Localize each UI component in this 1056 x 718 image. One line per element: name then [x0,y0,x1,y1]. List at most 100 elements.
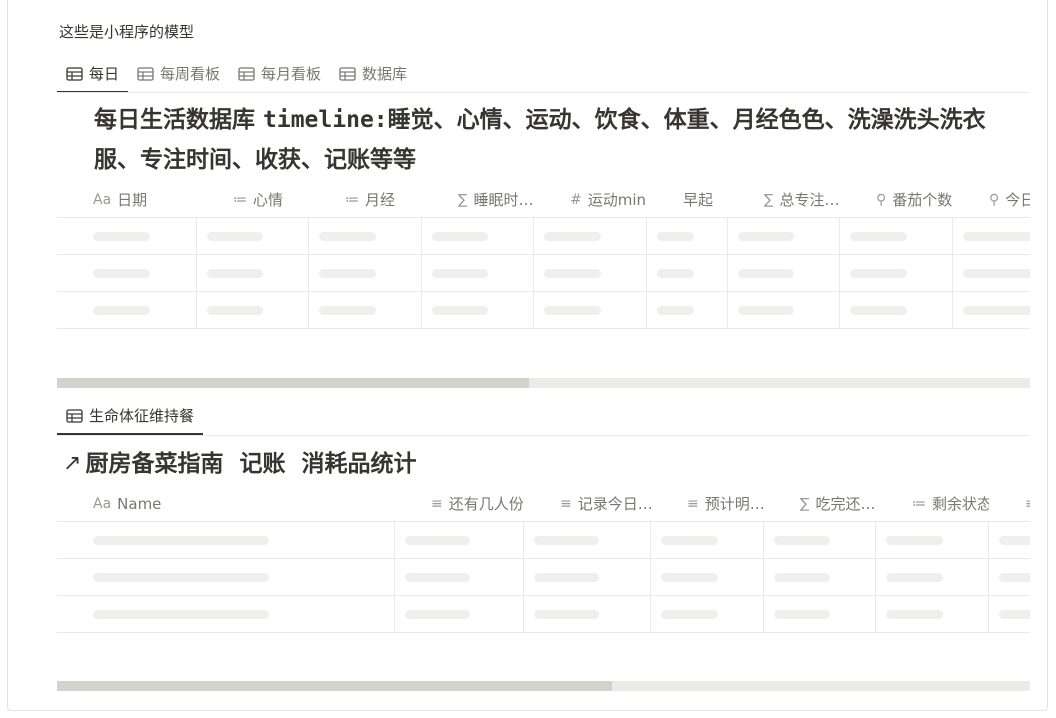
table-row[interactable] [57,292,1030,329]
table-header: Aa Name ≡ 还有几人份 ≡ 记录今日… ≡ 预计明… ∑ 吃完还… ≔ 剩余状态≡贝 [57,486,1030,522]
table-cell[interactable] [309,218,422,254]
table-cell[interactable] [728,218,840,254]
table-cell[interactable] [57,292,197,328]
title-text: 厨房备菜指南 记账 消耗品统计 [85,450,417,477]
table-cell[interactable] [534,255,647,291]
column-header[interactable]: ≡贝 [989,486,1030,521]
column-header[interactable]: Aa 日期 [57,182,197,217]
column-header[interactable]: ≔ 月经 [309,182,422,217]
table-cell[interactable] [764,559,876,595]
table-cell[interactable] [534,218,647,254]
table-cell[interactable] [422,292,534,328]
table-cell[interactable] [876,596,989,632]
table-row[interactable] [57,218,1030,255]
loading-placeholder [886,536,943,545]
tab-database[interactable]: 数据库 [330,56,416,91]
table-cell[interactable] [953,292,1030,328]
column-header[interactable]: ∑ 睡眠时… [422,182,534,217]
scrollbar-thumb[interactable] [57,378,529,388]
column-header[interactable]: ∑ 吃完还… [764,486,876,521]
loading-placeholder [405,573,470,582]
table-cell[interactable] [728,255,840,291]
table-cell[interactable] [534,292,647,328]
table-cell[interactable] [876,522,989,558]
loading-placeholder [850,306,907,315]
column-header[interactable]: ≔ 剩余状态 [876,486,989,521]
table-cell[interactable] [57,596,395,632]
table-cell[interactable] [57,255,197,291]
column-header[interactable]: ≡ 还有几人份 [395,486,524,521]
table-cell[interactable] [309,255,422,291]
table-cell[interactable] [395,559,524,595]
loading-placeholder [534,573,599,582]
database-title[interactable]: 每日生活数据库 timeline:睡觉、心情、运动、饮食、体重、月经色色、洗澡洗… [94,100,994,179]
table-cell[interactable] [395,596,524,632]
table-cell[interactable] [57,522,395,558]
table-cell[interactable] [953,218,1030,254]
column-label: 月经 [365,191,396,209]
table-cell[interactable] [651,559,764,595]
column-header[interactable]: 早起 [647,182,728,217]
loading-placeholder [207,232,263,241]
link-arrow-icon: ↗ [63,451,82,476]
loading-placeholder [774,610,830,619]
table-cell[interactable] [840,292,953,328]
table-cell[interactable] [647,255,728,291]
table-cell[interactable] [953,255,1030,291]
table-row[interactable] [57,596,1030,633]
tab-vital-meals[interactable]: 生命体征维持餐 [57,398,204,435]
column-header[interactable]: Aa Name [57,486,395,521]
table-cell[interactable] [524,522,651,558]
table-cell[interactable] [989,559,1030,595]
tab-weekly-board[interactable]: 每周看板 [128,56,229,91]
table-cell[interactable] [989,596,1030,632]
table-cell[interactable] [524,559,651,595]
horizontal-scrollbar[interactable] [57,378,1030,388]
table-cell[interactable] [524,596,651,632]
table-row[interactable] [57,559,1030,596]
table-cell[interactable] [840,255,953,291]
linked-database-title[interactable]: ↗ 厨房备菜指南 记账 消耗品统计 [63,448,416,480]
tab-daily[interactable]: 每日 [57,56,129,93]
table-cell[interactable] [989,522,1030,558]
scrollbar-thumb[interactable] [57,681,612,691]
column-header[interactable]: ⚲ 番茄个数 [840,182,953,217]
table-row[interactable] [57,522,1030,559]
table-cell[interactable] [197,218,309,254]
table-cell[interactable] [422,218,534,254]
loading-placeholder [93,306,150,315]
table-cell[interactable] [395,522,524,558]
table-cell[interactable] [764,522,876,558]
loading-placeholder [544,269,601,278]
horizontal-scrollbar-2[interactable] [57,681,1030,691]
table-cell[interactable] [647,292,728,328]
table-cell[interactable] [309,292,422,328]
property-type-icon: ∑ [458,191,468,208]
column-header[interactable]: ≡ 记录今日… [524,486,651,521]
table-cell[interactable] [876,559,989,595]
column-header[interactable]: # 运动min [534,182,647,217]
table-row[interactable] [57,255,1030,292]
table-cell[interactable] [840,218,953,254]
property-type-icon: ≡ [431,495,443,512]
column-label: 预计明… [704,495,764,513]
column-header[interactable]: ∑ 总专注… [728,182,840,217]
table-cell[interactable] [197,292,309,328]
table-cell[interactable] [57,559,395,595]
table-cell[interactable] [647,218,728,254]
table-cell[interactable] [651,596,764,632]
property-type-icon: ∑ [764,191,774,208]
table-cell[interactable] [651,522,764,558]
loading-placeholder [657,269,694,278]
table-cell[interactable] [728,292,840,328]
column-header[interactable]: ≡ 预计明… [651,486,764,521]
tab-monthly-board[interactable]: 每月看板 [229,56,330,91]
table-cell[interactable] [764,596,876,632]
table-icon [238,66,255,81]
table-cell[interactable] [197,255,309,291]
table-cell[interactable] [422,255,534,291]
column-header[interactable]: ≔ 心情 [197,182,309,217]
column-label: 吃完还… [815,495,876,513]
table-cell[interactable] [57,218,197,254]
column-header[interactable]: ⚲ 今日学 [953,182,1030,217]
